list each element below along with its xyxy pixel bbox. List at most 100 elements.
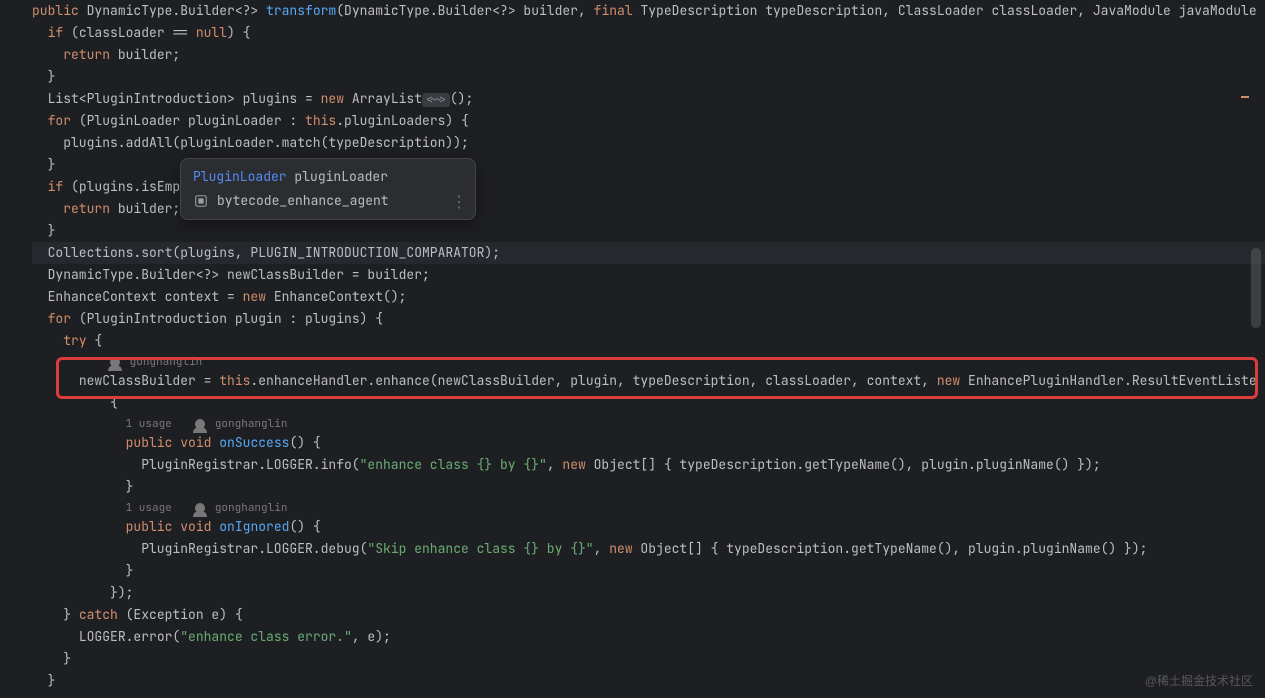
- code-line[interactable]: plugins.addAll(pluginLoader.match(typeDe…: [32, 132, 1265, 154]
- code: Object[] { typeDescription.getTypeName()…: [633, 540, 1148, 557]
- code-line-inlay: 1 usage gonghanglin: [32, 498, 1265, 516]
- code-line[interactable]: });: [32, 582, 1265, 604]
- code: ,: [594, 540, 610, 557]
- quick-doc-popup[interactable]: PluginLoader pluginLoader bytecode_enhan…: [180, 158, 476, 220]
- code-line[interactable]: PluginRegistrar.LOGGER.info("enhance cla…: [32, 454, 1265, 476]
- code-line[interactable]: return builder;: [32, 44, 1265, 66]
- code-line[interactable]: PluginRegistrar.LOGGER.debug("Skip enhan…: [32, 538, 1265, 560]
- module-icon: [193, 193, 209, 209]
- scrollbar-thumb[interactable]: [1251, 248, 1261, 328]
- code-line[interactable]: LOGGER.error("enhance class error.", e);: [32, 626, 1265, 648]
- code-editor[interactable]: public DynamicType.Builder<?> transform(…: [0, 0, 1265, 698]
- method-name: onIgnored: [219, 518, 289, 535]
- keyword: null: [196, 24, 227, 41]
- usage-inlay[interactable]: 1 usage: [126, 499, 172, 517]
- keyword: new: [609, 540, 632, 557]
- keyword: public: [126, 434, 173, 451]
- keyword: new: [243, 288, 266, 305]
- author-icon: [195, 503, 205, 513]
- string: "enhance class {} by {}": [360, 456, 547, 473]
- keyword: catch: [79, 606, 118, 623]
- code: newClassBuilder =: [79, 372, 219, 389]
- keyword: try: [63, 332, 86, 349]
- code-line[interactable]: }: [32, 476, 1265, 498]
- code: PluginRegistrar.LOGGER.info(: [141, 456, 359, 473]
- code-line[interactable]: for (PluginIntroduction plugin : plugins…: [32, 308, 1265, 330]
- popup-more-icon[interactable]: ⋮: [451, 191, 467, 213]
- code-line[interactable]: }: [32, 220, 1265, 242]
- code: () {: [289, 518, 320, 535]
- code: (classLoader ==: [63, 24, 196, 41]
- code: }: [126, 562, 134, 579]
- code: LOGGER.error(: [79, 628, 180, 645]
- code-line[interactable]: }: [32, 670, 1265, 692]
- author-inlay: gonghanglin: [195, 415, 287, 433]
- code: EnhanceContext context =: [48, 288, 243, 305]
- keyword: for: [48, 310, 71, 327]
- code-line-inlay: gonghanglin: [32, 352, 1265, 370]
- code-line[interactable]: } catch (Exception e) {: [32, 604, 1265, 626]
- inlay-hint: <~>: [422, 93, 450, 107]
- code: .pluginLoaders) {: [336, 112, 469, 129]
- code: EnhancePluginHandler.ResultEventListe: [960, 372, 1256, 389]
- popup-text: bytecode_enhance_agent: [217, 190, 389, 212]
- code-line[interactable]: List<PluginIntroduction> plugins = new A…: [32, 88, 1265, 110]
- code: (plugins.isEmp: [63, 178, 180, 195]
- keyword: return: [63, 200, 110, 217]
- code: EnhanceContext();: [266, 288, 406, 305]
- code: }: [48, 68, 56, 85]
- code: Collections.sort(plugins, PLUGIN_INTRODU…: [48, 244, 500, 261]
- usage-inlay[interactable]: 1 usage: [126, 415, 172, 433]
- code: });: [110, 584, 133, 601]
- watermark: @稀土掘金技术社区: [1145, 670, 1253, 692]
- code-line[interactable]: }: [32, 560, 1265, 582]
- code-line[interactable]: for (PluginLoader pluginLoader : this.pl…: [32, 110, 1265, 132]
- code: builder;: [110, 200, 180, 217]
- keyword: void: [180, 518, 211, 535]
- code: ,: [547, 456, 563, 473]
- scrollbar-track[interactable]: [1251, 0, 1263, 698]
- code: }: [48, 156, 56, 173]
- string: "Skip enhance class {} by {}": [367, 540, 593, 557]
- params: (DynamicType.Builder<?> builder,: [336, 2, 593, 19]
- code-line[interactable]: Collections.sort(plugins, PLUGIN_INTRODU…: [32, 242, 1265, 264]
- popup-item-module[interactable]: bytecode_enhance_agent: [181, 189, 475, 213]
- code: (Exception e) {: [118, 606, 243, 623]
- code: DynamicType.Builder<?> newClassBuilder =…: [48, 266, 430, 283]
- code: }: [48, 222, 56, 239]
- code-line[interactable]: {: [32, 392, 1265, 414]
- code: () {: [289, 434, 320, 451]
- minimap-marker: [1241, 96, 1249, 98]
- code-line[interactable]: DynamicType.Builder<?> newClassBuilder =…: [32, 264, 1265, 286]
- code-line-inlay: 1 usage gonghanglin: [32, 414, 1265, 432]
- code-line[interactable]: newClassBuilder = this.enhanceHandler.en…: [32, 370, 1265, 392]
- code: builder;: [110, 46, 180, 63]
- code-line[interactable]: try {: [32, 330, 1265, 352]
- author-inlay: gonghanglin: [195, 499, 287, 517]
- type: DynamicType.Builder<?>: [87, 2, 266, 19]
- popup-text: PluginLoader pluginLoader: [193, 166, 388, 188]
- code-line[interactable]: EnhanceContext context = new EnhanceCont…: [32, 286, 1265, 308]
- keyword: new: [321, 90, 344, 107]
- keyword: return: [63, 46, 110, 63]
- code-line[interactable]: }: [32, 648, 1265, 670]
- params: TypeDescription typeDescription, ClassLo…: [633, 2, 1257, 19]
- code: Object[] { typeDescription.getTypeName()…: [586, 456, 1101, 473]
- keyword: new: [937, 372, 960, 389]
- code-line[interactable]: public DynamicType.Builder<?> transform(…: [32, 0, 1265, 22]
- keyword: if: [48, 178, 64, 195]
- code-line[interactable]: public void onIgnored() {: [32, 516, 1265, 538]
- code-line[interactable]: if (classLoader == null) {: [32, 22, 1265, 44]
- code: , e);: [352, 628, 391, 645]
- code-line[interactable]: public void onSuccess() {: [32, 432, 1265, 454]
- code: }: [63, 606, 79, 623]
- method-name: transform: [266, 2, 336, 19]
- popup-item-variable[interactable]: PluginLoader pluginLoader: [181, 165, 475, 189]
- keyword: void: [180, 434, 211, 451]
- code: ();: [450, 90, 473, 107]
- keyword: if: [48, 24, 64, 41]
- code: (PluginIntroduction plugin : plugins) {: [71, 310, 383, 327]
- code-line[interactable]: }: [32, 66, 1265, 88]
- keyword: public: [126, 518, 173, 535]
- code: }: [48, 672, 56, 689]
